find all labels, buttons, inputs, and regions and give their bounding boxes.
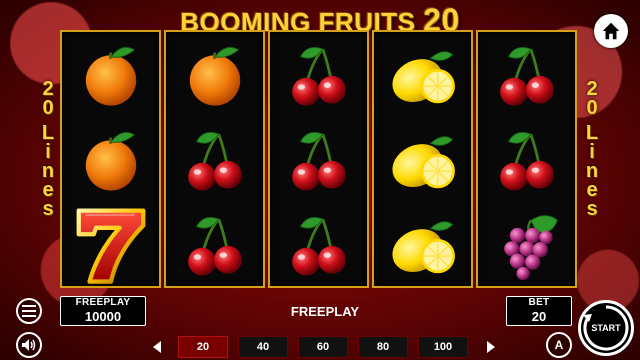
cherry-icon	[291, 46, 346, 106]
symbol-orange	[166, 32, 263, 117]
symbol-cherry	[478, 32, 575, 117]
bet-label: BET	[528, 297, 550, 308]
grapes-icon	[503, 214, 558, 280]
cherry-icon	[187, 216, 242, 276]
symbol-lemon	[374, 32, 471, 117]
home-icon	[602, 22, 620, 40]
reel-2	[164, 30, 265, 288]
lines-char: 0	[586, 97, 598, 119]
cherry-icon	[291, 131, 346, 191]
reel-5	[476, 30, 577, 288]
symbol-grapes	[478, 202, 575, 287]
bet-option-40[interactable]: 40	[238, 336, 288, 358]
reels-area	[60, 30, 578, 288]
symbol-cherry	[270, 117, 367, 202]
symbol-cherry	[270, 202, 367, 287]
symbol-orange	[62, 32, 159, 117]
freeplay-credit-label: FREEPLAY	[75, 297, 131, 308]
lines-char: s	[586, 198, 598, 220]
menu-icon	[22, 305, 36, 317]
start-label: START	[591, 323, 621, 333]
lemon-icon	[391, 50, 455, 103]
symbol-cherry	[166, 117, 263, 202]
arrow-left-icon	[153, 341, 161, 353]
symbol-lemon	[374, 202, 471, 287]
orange-icon	[85, 131, 136, 191]
reel-3	[268, 30, 369, 288]
home-button[interactable]	[594, 14, 628, 48]
autoplay-button[interactable]: A	[546, 332, 572, 358]
bet-prev-button[interactable]	[150, 338, 164, 356]
symbol-cherry	[478, 117, 575, 202]
lemon-icon	[391, 135, 455, 188]
symbol-seven	[62, 202, 159, 287]
symbol-cherry	[270, 32, 367, 117]
reel-4	[372, 30, 473, 288]
bet-option-80[interactable]: 80	[358, 336, 408, 358]
reel-1	[60, 30, 161, 288]
bet-value: 20	[531, 309, 547, 324]
cherry-icon	[187, 131, 242, 191]
cherry-icon	[499, 131, 554, 191]
bet-box: BET 20	[506, 296, 572, 326]
cherry-icon	[499, 46, 554, 106]
freeplay-credit-value: 10000	[84, 309, 122, 324]
sound-button[interactable]	[16, 332, 42, 358]
freeplay-credit-box: FREEPLAY 10000	[60, 296, 146, 326]
orange-icon	[85, 46, 136, 106]
status-message: FREEPLAY	[290, 304, 360, 319]
bet-option-60[interactable]: 60	[298, 336, 348, 358]
arrow-right-icon	[487, 341, 495, 353]
seven-icon	[76, 207, 145, 284]
bet-next-button[interactable]	[484, 338, 498, 356]
symbol-orange	[62, 117, 159, 202]
lines-indicator-left: 20Lines	[37, 79, 59, 220]
menu-button[interactable]	[16, 298, 42, 324]
bet-option-100[interactable]: 100	[418, 336, 468, 358]
cherry-icon	[291, 216, 346, 276]
lines-char: 0	[42, 97, 54, 119]
lemon-icon	[391, 220, 455, 273]
symbol-cherry	[166, 202, 263, 287]
autoplay-icon: A	[554, 338, 564, 352]
lines-char: s	[42, 198, 54, 220]
start-button[interactable]: START	[578, 300, 634, 356]
symbol-lemon	[374, 117, 471, 202]
bet-option-20[interactable]: 20	[178, 336, 228, 358]
speaker-icon	[22, 339, 36, 351]
lines-indicator-right: 20Lines	[581, 79, 603, 220]
orange-icon	[189, 46, 240, 106]
